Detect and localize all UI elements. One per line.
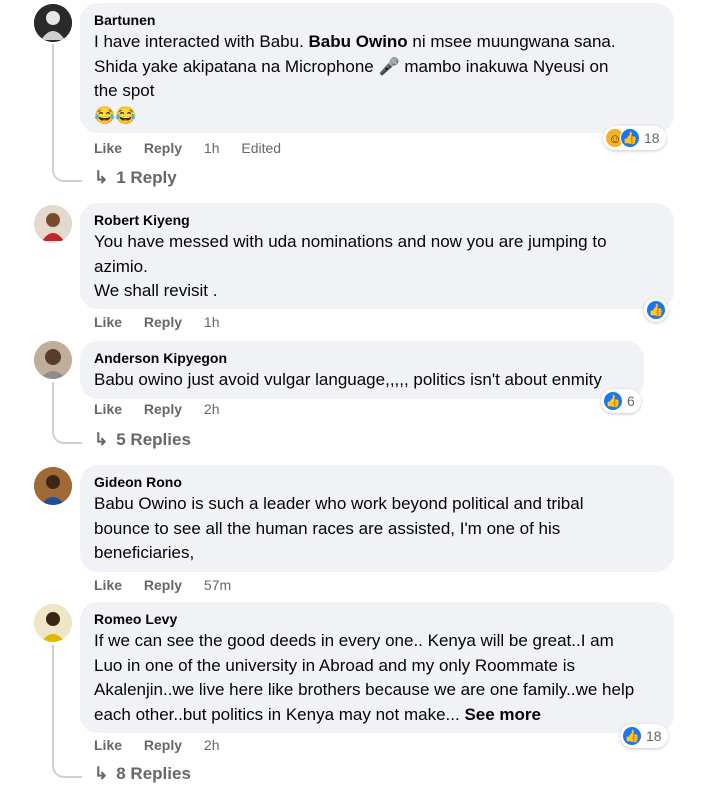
comment-bubble: Romeo Levy If we can see the good deeds … [80, 602, 674, 733]
reaction-summary[interactable]: 👍 [644, 298, 668, 322]
reply-button[interactable]: Reply [144, 401, 182, 417]
like-button[interactable]: Like [94, 577, 122, 593]
avatar[interactable] [34, 4, 72, 42]
comment-author[interactable]: Romeo Levy [94, 610, 660, 628]
comment-text: You have messed with uda nominations and… [94, 232, 607, 300]
like-icon: 👍 [646, 300, 666, 320]
timestamp[interactable]: 1h [204, 140, 220, 156]
comment-author[interactable]: Anderson Kipyegon [94, 349, 630, 367]
comment-actions: Like Reply 2h [94, 401, 238, 417]
avatar[interactable] [34, 467, 72, 505]
mention-link[interactable]: Babu Owino [309, 32, 408, 51]
comment-thread: Bartunen I have interacted with Babu. Ba… [0, 0, 720, 794]
comment-actions: Like Reply 2h [94, 737, 238, 753]
reply-button[interactable]: Reply [144, 140, 182, 156]
thread-line [52, 382, 54, 430]
thread-line [52, 645, 54, 764]
timestamp[interactable]: 2h [204, 401, 220, 417]
like-button[interactable]: Like [94, 140, 122, 156]
like-icon: 👍 [622, 726, 642, 746]
thread-connector [52, 168, 82, 182]
comment-author[interactable]: Robert Kiyeng [94, 211, 660, 229]
reaction-count: 6 [627, 393, 635, 409]
avatar[interactable] [34, 341, 72, 379]
reply-arrow-icon: ↳ [94, 764, 109, 783]
view-replies-link[interactable]: ↳ 8 Replies [94, 764, 191, 784]
view-replies-link[interactable]: ↳ 5 Replies [94, 430, 191, 450]
comment-actions: Like Reply 1h Edited [94, 140, 299, 156]
like-icon: 👍 [603, 391, 623, 411]
edited-label: Edited [241, 140, 282, 156]
thread-line [52, 44, 54, 168]
see-more-link[interactable]: See more [464, 705, 541, 724]
like-button[interactable]: Like [94, 737, 122, 753]
comment-bubble: Bartunen I have interacted with Babu. Ba… [80, 3, 674, 133]
comment-text: If we can see the good deeds in every on… [94, 631, 635, 724]
comment-actions: Like Reply 1h [94, 314, 238, 330]
reaction-count: 18 [646, 728, 662, 744]
view-replies-link[interactable]: ↳ 1 Reply [94, 168, 177, 188]
avatar[interactable] [34, 604, 72, 642]
comment-author[interactable]: Bartunen [94, 11, 660, 29]
comment-text: Babu owino just avoid vulgar language,,,… [94, 370, 602, 389]
like-button[interactable]: Like [94, 314, 122, 330]
timestamp[interactable]: 1h [204, 314, 220, 330]
comment-text: Babu Owino is such a leader who work bey… [94, 494, 584, 562]
thread-connector [52, 764, 82, 778]
reaction-summary[interactable]: ☺ 👍 18 [603, 126, 666, 150]
reaction-summary[interactable]: 👍 6 [601, 389, 641, 413]
reply-button[interactable]: Reply [144, 737, 182, 753]
reply-button[interactable]: Reply [144, 577, 182, 593]
thread-connector [52, 430, 82, 444]
reply-button[interactable]: Reply [144, 314, 182, 330]
comment-text: I have interacted with Babu. Babu Owino … [94, 32, 616, 125]
comment-bubble: Gideon Rono Babu Owino is such a leader … [80, 465, 674, 572]
comment-actions: Like Reply 57m [94, 577, 249, 593]
reaction-summary[interactable]: 👍 18 [620, 724, 668, 748]
comment-bubble: Robert Kiyeng You have messed with uda n… [80, 203, 674, 309]
timestamp[interactable]: 2h [204, 737, 220, 753]
comment-bubble: Anderson Kipyegon Babu owino just avoid … [80, 341, 644, 399]
reply-arrow-icon: ↳ [94, 168, 109, 187]
like-icon: 👍 [620, 128, 640, 148]
reply-arrow-icon: ↳ [94, 430, 109, 449]
comment-author[interactable]: Gideon Rono [94, 473, 660, 491]
avatar[interactable] [34, 205, 72, 243]
reaction-count: 18 [644, 130, 660, 146]
like-button[interactable]: Like [94, 401, 122, 417]
timestamp[interactable]: 57m [204, 577, 231, 593]
